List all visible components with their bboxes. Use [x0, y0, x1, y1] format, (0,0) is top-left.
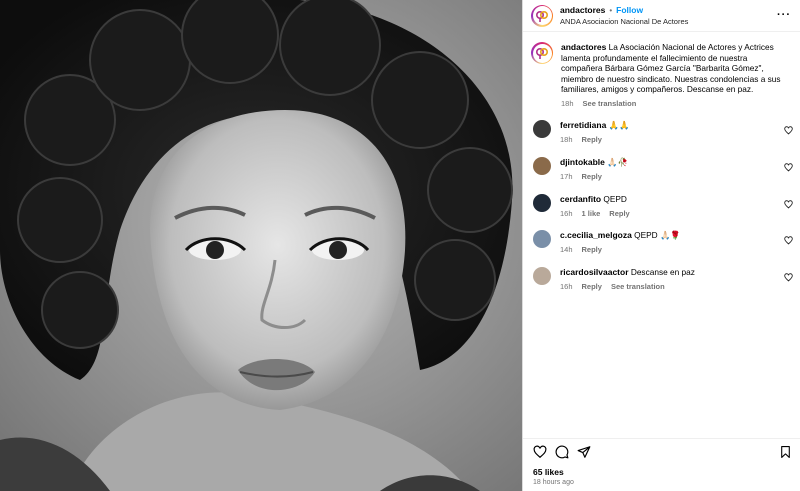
post-username[interactable]: andactores — [560, 5, 605, 16]
commenter-avatar[interactable] — [533, 194, 551, 212]
comment-item: ricardosilvaactor Descanse en paz 16h Re… — [531, 267, 793, 292]
reply-button[interactable]: Reply — [582, 135, 602, 146]
caption-username[interactable]: andactores — [561, 42, 606, 52]
comment-item: djintokable 🙏🏻🥀 17h Reply — [531, 157, 793, 182]
comment-username[interactable]: djintokable — [560, 157, 605, 167]
post-header: andactores • Follow ANDA Asociacion Naci… — [523, 0, 800, 32]
comment-time[interactable]: 18h — [560, 135, 573, 146]
reply-button[interactable]: Reply — [582, 245, 602, 256]
comment-text: Descanse en paz — [630, 267, 695, 277]
see-translation-link[interactable]: See translation — [611, 282, 665, 293]
heart-icon[interactable] — [533, 445, 547, 459]
separator-dot: • — [609, 5, 613, 15]
anda-logo-icon — [535, 47, 549, 59]
portrait-image — [0, 0, 522, 491]
comment-text: QEPD 🙏🏻🌹 — [634, 230, 681, 240]
heart-icon[interactable] — [784, 163, 793, 172]
comment-time[interactable]: 14h — [560, 245, 573, 256]
post-viewer: andactores • Follow ANDA Asociacion Naci… — [0, 0, 800, 491]
post-actions — [523, 438, 800, 464]
bookmark-icon[interactable] — [779, 445, 792, 459]
commenter-avatar[interactable] — [533, 120, 551, 138]
commenter-avatar[interactable] — [533, 267, 551, 285]
send-icon[interactable] — [577, 445, 591, 459]
see-translation-link[interactable]: See translation — [583, 99, 637, 110]
comment-item: cerdanfito QEPD 16h 1 like Reply — [531, 194, 793, 219]
follow-button[interactable]: Follow — [616, 5, 643, 16]
caption-avatar[interactable] — [531, 42, 553, 64]
comment-time[interactable]: 16h — [560, 282, 573, 293]
post-subtitle[interactable]: ANDA Asociacion Nacional De Actores — [560, 16, 688, 27]
likes-count[interactable]: 65 likes — [533, 467, 564, 477]
comment-username[interactable]: ferretidiana — [560, 120, 606, 130]
heart-icon[interactable] — [784, 273, 793, 282]
comment-text: QEPD — [603, 194, 627, 204]
comment-username[interactable]: c.cecilia_melgoza — [560, 230, 632, 240]
comment-text: 🙏🙏 — [608, 120, 630, 130]
comment-text: 🙏🏻🥀 — [607, 157, 628, 167]
heart-icon[interactable] — [784, 200, 793, 209]
comment-item: c.cecilia_melgoza QEPD 🙏🏻🌹 14h Reply — [531, 230, 793, 255]
commenter-avatar[interactable] — [533, 157, 551, 175]
reply-button[interactable]: Reply — [582, 172, 602, 183]
reply-button[interactable]: Reply — [582, 282, 602, 293]
comment-item: ferretidiana 🙏🙏 18h Reply — [531, 120, 793, 145]
post-caption: andactores La Asociación Nacional de Act… — [531, 42, 793, 109]
comment-time[interactable]: 16h — [560, 209, 573, 220]
comment-time[interactable]: 17h — [560, 172, 573, 183]
reply-button[interactable]: Reply — [609, 209, 629, 220]
comment-username[interactable]: cerdanfito — [560, 194, 601, 204]
post-timestamp[interactable]: 18 hours ago — [533, 479, 574, 486]
heart-icon[interactable] — [784, 126, 793, 135]
heart-icon[interactable] — [784, 236, 793, 245]
commenter-avatar[interactable] — [533, 230, 551, 248]
comment-username[interactable]: ricardosilvaactor — [560, 267, 629, 277]
anda-logo-icon — [535, 10, 549, 22]
comment-likes[interactable]: 1 like — [582, 209, 601, 220]
more-options-icon[interactable]: ··· — [777, 10, 791, 21]
profile-avatar[interactable] — [531, 4, 553, 27]
comments-panel: andactores • Follow ANDA Asociacion Naci… — [522, 0, 800, 491]
caption-time[interactable]: 18h — [561, 99, 574, 110]
post-photo[interactable] — [0, 0, 522, 491]
comment-icon[interactable] — [555, 445, 569, 459]
header-text: andactores • Follow ANDA Asociacion Naci… — [560, 5, 688, 27]
